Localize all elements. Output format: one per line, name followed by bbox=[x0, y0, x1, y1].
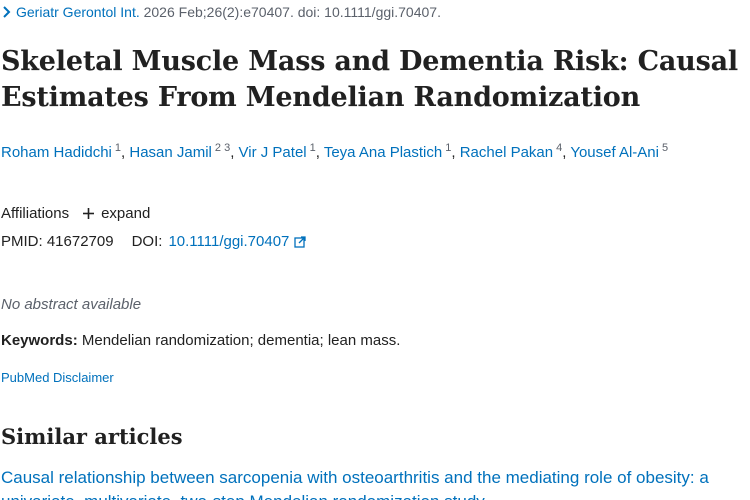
external-link-icon[interactable] bbox=[294, 235, 307, 248]
author-separator: , bbox=[451, 144, 460, 161]
author-separator: , bbox=[315, 144, 324, 161]
author-link[interactable]: Rachel Pakan bbox=[460, 144, 553, 161]
affiliations-expand-button[interactable]: expand bbox=[83, 205, 150, 222]
article-page: Geriatr Gerontol Int. 2026 Feb;26(2):e70… bbox=[0, 0, 750, 500]
similar-article-link[interactable]: Causal relationship between sarcopenia w… bbox=[1, 466, 746, 500]
plus-icon bbox=[83, 208, 95, 219]
keywords-label: Keywords: bbox=[1, 332, 78, 349]
keywords-text: Mendelian randomization; dementia; lean … bbox=[81, 332, 401, 349]
author-list: Roham Hadidchi 1, Hasan Jamil 2 3, Vir J P… bbox=[1, 140, 746, 165]
journal-link[interactable]: Geriatr Gerontol Int. bbox=[16, 4, 140, 20]
author-affiliation-ref[interactable]: 2 3 bbox=[215, 142, 230, 154]
expand-label: expand bbox=[101, 205, 151, 222]
author-affiliation-ref[interactable]: 5 bbox=[662, 142, 668, 154]
keywords-row: Keywords: Mendelian randomization; demen… bbox=[1, 332, 400, 349]
author-link[interactable]: Roham Hadidchi bbox=[1, 144, 112, 161]
affiliations-label: Affiliations bbox=[1, 205, 70, 222]
doi-label: DOI: bbox=[131, 233, 163, 250]
no-abstract-text: No abstract available bbox=[1, 296, 142, 313]
article-title: Skeletal Muscle Mass and Dementia Risk: … bbox=[1, 46, 738, 113]
author-link[interactable]: Hasan Jamil bbox=[129, 144, 212, 161]
author-link[interactable]: Teya Ana Plastich bbox=[324, 144, 442, 161]
pubmed-disclaimer-link[interactable]: PubMed Disclaimer bbox=[1, 370, 114, 385]
doi-link[interactable]: 10.1111/ggi.70407 bbox=[168, 233, 289, 250]
identifiers-row: PMID: 41672709 DOI: 10.1111/ggi.70407 bbox=[1, 233, 307, 250]
pmid-value: 41672709 bbox=[46, 233, 114, 250]
citation-details: 2026 Feb;26(2):e70407. doi: 10.1111/ggi.… bbox=[139, 4, 441, 20]
chevron-right-icon[interactable] bbox=[2, 5, 12, 19]
author-link[interactable]: Vir J Patel bbox=[239, 144, 307, 161]
author-link[interactable]: Yousef Al-Ani bbox=[570, 144, 659, 161]
pmid-label: PMID: bbox=[1, 233, 43, 250]
similar-articles-heading: Similar articles bbox=[1, 424, 183, 449]
author-separator: , bbox=[230, 144, 239, 161]
citation-line: Geriatr Gerontol Int. 2026 Feb;26(2):e70… bbox=[2, 4, 441, 20]
affiliations-row: Affiliations expand bbox=[1, 205, 150, 222]
